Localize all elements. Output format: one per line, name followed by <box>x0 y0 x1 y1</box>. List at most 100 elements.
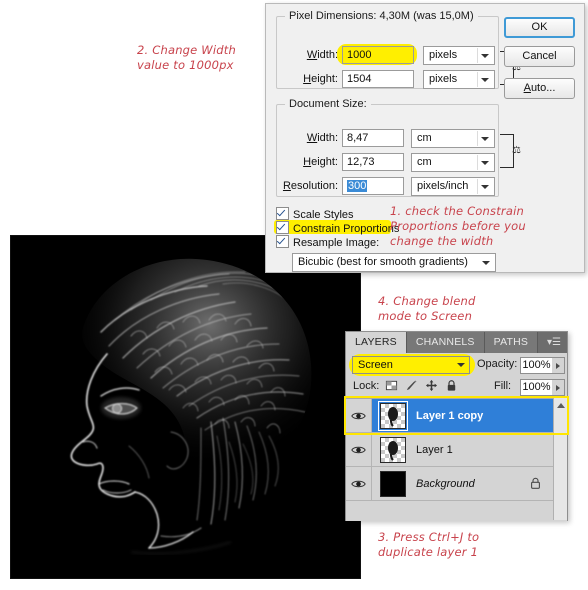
lock-position-icon[interactable] <box>425 379 438 392</box>
chevron-down-icon <box>482 261 490 265</box>
photo-canvas <box>11 236 360 578</box>
blend-mode-value: Screen <box>358 359 393 371</box>
doc-height-unit-value: cm <box>417 156 432 168</box>
doc-width-unit-value: cm <box>417 132 432 144</box>
scale-styles-checkbox[interactable]: Scale Styles <box>276 207 354 221</box>
resample-image-checkbox[interactable]: Resample Image: <box>276 235 379 249</box>
layer-row[interactable]: Background <box>346 467 553 501</box>
chevron-down-icon <box>481 54 489 58</box>
note-change-width: 2. Change Width value to 1000px <box>137 43 236 72</box>
tab-channels[interactable]: CHANNELS <box>406 332 485 353</box>
opacity-stepper[interactable] <box>552 357 565 374</box>
doc-height-label: Height: <box>303 156 338 168</box>
chevron-down-icon <box>481 137 489 141</box>
ok-button[interactable]: OK <box>504 17 575 38</box>
scale-styles-label: Scale Styles <box>293 209 354 221</box>
panel-menu-icon[interactable]: ▾☰ <box>541 332 567 353</box>
note-duplicate-layer: 3. Press Ctrl+J to duplicate layer 1 <box>378 530 480 559</box>
doc-height-input[interactable]: 12,73 <box>342 153 404 171</box>
link-chain-icon: ⚖ <box>512 145 521 156</box>
doc-width-label: Width: <box>306 132 338 144</box>
document-size-legend: Document Size: <box>285 98 371 110</box>
constrain-proportions-checkbox[interactable]: Constrain Proportions <box>276 221 399 235</box>
layer-thumbnail-cell[interactable] <box>372 470 414 497</box>
auto-button[interactable]: Auto... <box>504 78 575 99</box>
chevron-down-icon <box>457 363 465 367</box>
combo-divider <box>477 48 478 63</box>
panel-tab-bar: LAYERS CHANNELS PATHS ▾☰ <box>346 332 567 353</box>
resample-method-value: Bicubic (best for smooth gradients) <box>298 256 468 268</box>
transparent-sketch-thumb <box>378 400 408 431</box>
combo-divider <box>477 155 478 170</box>
checkbox-checked-icon <box>276 221 289 234</box>
layer-name: Layer 1 <box>416 443 453 456</box>
chevron-down-icon <box>481 161 489 165</box>
lock-label: Lock: <box>353 380 380 392</box>
eye-icon <box>351 480 366 487</box>
layer-thumbnail-cell[interactable] <box>372 400 414 431</box>
transparent-sketch-thumb <box>380 436 406 463</box>
layer-visibility-toggle[interactable] <box>346 467 372 500</box>
fill-label: Fill: <box>494 380 512 392</box>
tab-paths[interactable]: PATHS <box>484 332 539 353</box>
note-constrain-proportions: 1. check the Constrain Proportions befor… <box>390 204 526 248</box>
layer-visibility-toggle[interactable] <box>346 399 372 432</box>
combo-divider <box>477 72 478 87</box>
doc-resolution-value: 300 <box>347 180 368 192</box>
layer-thumbnail-cell[interactable] <box>372 436 414 463</box>
combo-divider <box>477 179 478 194</box>
doc-height-unit-select[interactable]: cm <box>411 153 495 172</box>
resample-image-label: Resample Image: <box>293 237 380 249</box>
constrain-proportions-label: Constrain Proportions <box>293 223 400 235</box>
blend-mode-select[interactable]: Screen <box>352 356 470 374</box>
layers-scrollbar[interactable] <box>553 398 567 520</box>
opacity-label: Opacity: <box>477 358 518 370</box>
doc-resolution-unit-select[interactable]: pixels/inch <box>411 177 495 196</box>
layer-name: Layer 1 copy <box>416 409 484 422</box>
layers-panel: LAYERS CHANNELS PATHS ▾☰ Screen Opacity:… <box>345 331 568 521</box>
layer-visibility-toggle[interactable] <box>346 433 372 466</box>
pixel-width-label: Width: <box>306 49 338 61</box>
layers-list: Layer 1 copy Layer 1 Background <box>346 398 567 521</box>
thumb-face-artwork <box>388 406 398 427</box>
cancel-button[interactable]: Cancel <box>504 46 575 67</box>
lock-row: Lock: Fill: 100% <box>346 377 567 398</box>
pixel-width-unit-select[interactable]: pixels <box>423 46 495 65</box>
pixel-height-label: Height: <box>303 73 338 85</box>
pixel-width-input[interactable]: 1000 <box>342 46 414 64</box>
combo-divider <box>477 131 478 146</box>
doc-width-unit-select[interactable]: cm <box>411 129 495 148</box>
face-sketch-artwork <box>11 236 360 578</box>
fill-input[interactable]: 100% <box>520 379 553 396</box>
chevron-down-icon <box>481 78 489 82</box>
doc-resolution-unit-value: pixels/inch <box>417 180 469 192</box>
blend-mode-row: Screen Opacity: 100% <box>346 353 567 377</box>
resample-method-select[interactable]: Bicubic (best for smooth gradients) <box>292 253 496 272</box>
thumb-face-artwork <box>388 440 398 461</box>
pixel-height-unit-select[interactable]: pixels <box>423 70 495 89</box>
scroll-up-arrow-icon[interactable] <box>557 403 565 408</box>
doc-width-input[interactable]: 8,47 <box>342 129 404 147</box>
fill-stepper[interactable] <box>552 379 565 396</box>
pixel-width-unit-value: pixels <box>429 49 458 61</box>
opacity-input[interactable]: 100% <box>520 357 553 374</box>
chevron-down-icon <box>481 185 489 189</box>
eye-icon <box>351 412 366 419</box>
layer-row[interactable]: Layer 1 copy <box>346 399 553 433</box>
layer-row[interactable]: Layer 1 <box>346 433 553 467</box>
layer-locked-icon <box>531 477 540 489</box>
lock-image-pixels-icon[interactable] <box>405 379 418 392</box>
tab-layers[interactable]: LAYERS <box>346 332 407 353</box>
black-thumb <box>380 470 406 497</box>
pixel-dimensions-legend: Pixel Dimensions: 4,30M (was 15,0M) <box>285 10 478 22</box>
pixel-height-unit-value: pixels <box>429 73 458 85</box>
doc-resolution-input[interactable]: 300 <box>342 177 404 195</box>
doc-resolution-label: Resolution: <box>282 180 338 192</box>
layer-name: Background <box>416 477 475 490</box>
pixel-height-input[interactable]: 1504 <box>342 70 414 88</box>
lock-transparent-pixels-icon[interactable] <box>385 379 398 392</box>
note-change-blend-mode: 4. Change blend mode to Screen <box>378 294 476 323</box>
lock-all-icon[interactable] <box>445 379 458 392</box>
lock-icon-group <box>385 379 458 392</box>
checkbox-checked-icon <box>276 235 289 248</box>
